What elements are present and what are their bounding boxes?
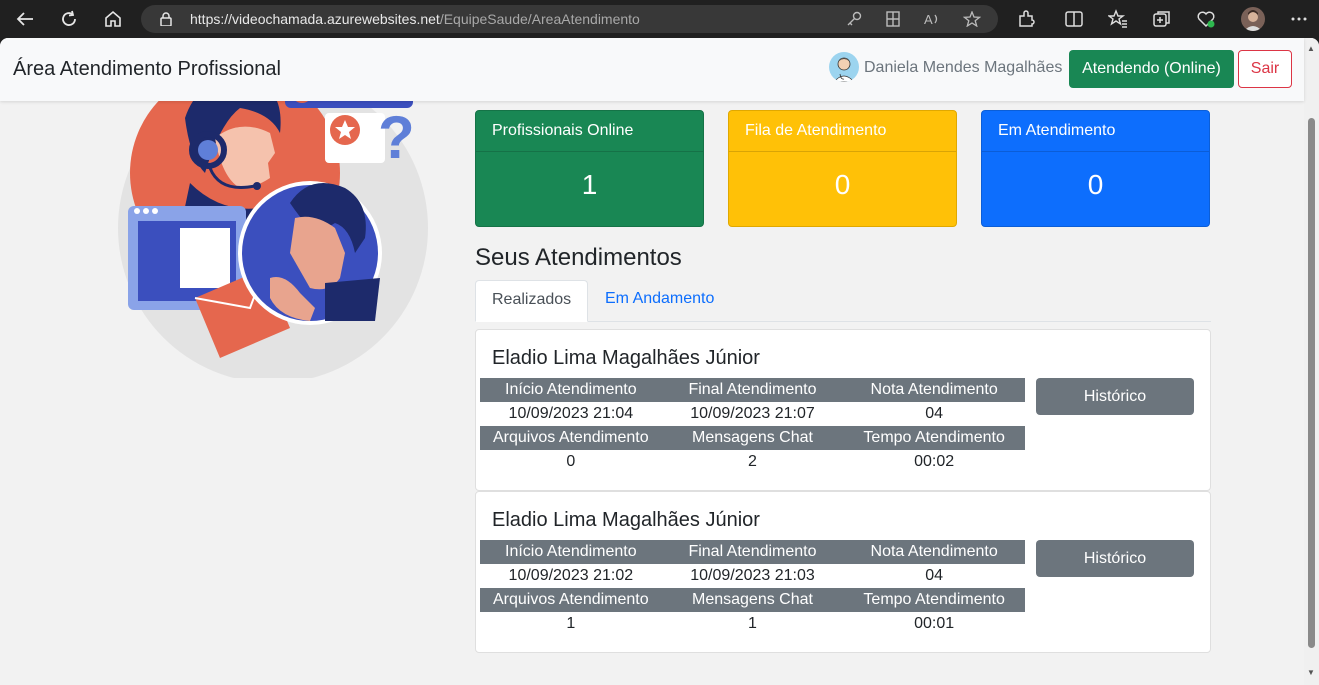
header-nota: Nota Atendimento xyxy=(870,381,998,398)
extensions-icon[interactable] xyxy=(1016,9,1036,29)
stat-card-queue: Fila de Atendimento 0 xyxy=(728,110,957,227)
patient-name: Eladio Lima Magalhães Júnior xyxy=(492,509,760,531)
user-avatar xyxy=(829,52,859,82)
page-viewport: Área Atendimento Profissional Daniela Me… xyxy=(0,38,1319,685)
scroll-up-icon[interactable]: ▲ xyxy=(1307,44,1315,53)
scroll-down-icon[interactable]: ▼ xyxy=(1307,668,1315,677)
profile-avatar[interactable] xyxy=(1241,7,1265,31)
refresh-icon[interactable] xyxy=(56,7,82,31)
logout-button[interactable]: Sair xyxy=(1238,50,1292,88)
value-mensagens: 2 xyxy=(748,453,757,470)
value-inicio: 10/09/2023 21:04 xyxy=(508,405,634,422)
header-final: Final Atendimento xyxy=(688,543,817,560)
address-bar[interactable]: https://videochamada.azurewebsites.net/E… xyxy=(141,5,998,33)
favorites-icon[interactable] xyxy=(1108,9,1128,29)
tab-em-andamento[interactable]: Em Andamento xyxy=(589,280,730,322)
browser-toolbar: https://videochamada.azurewebsites.net/E… xyxy=(0,0,1319,38)
more-options-icon[interactable] xyxy=(1289,9,1309,29)
table-header-row: Início Atendimento Final Atendimento Not… xyxy=(480,378,1025,402)
svg-text:A: A xyxy=(924,12,933,27)
back-icon[interactable] xyxy=(12,7,38,31)
header-arquivos: Arquivos Atendimento xyxy=(493,429,649,446)
header-inicio: Início Atendimento xyxy=(505,381,637,398)
stat-label: Fila de Atendimento xyxy=(729,111,956,152)
value-mensagens: 1 xyxy=(748,615,757,632)
table-row: 1 1 00:01 xyxy=(480,612,1025,636)
header-inicio: Início Atendimento xyxy=(505,543,637,560)
table-header-row: Arquivos Atendimento Mensagens Chat Temp… xyxy=(480,426,1025,450)
section-title: Seus Atendimentos xyxy=(475,244,682,271)
header-final: Final Atendimento xyxy=(688,381,817,398)
stat-card-online: Profissionais Online 1 xyxy=(475,110,704,227)
session-info-table: Início Atendimento Final Atendimento Not… xyxy=(480,540,1025,636)
lock-icon xyxy=(160,12,172,26)
value-tempo: 00:01 xyxy=(914,615,955,632)
apps-icon[interactable] xyxy=(884,11,902,27)
header-tempo: Tempo Atendimento xyxy=(863,429,1005,446)
stat-value: 0 xyxy=(1087,169,1104,200)
patient-name: Eladio Lima Magalhães Júnior xyxy=(492,347,760,369)
session-info-table: Início Atendimento Final Atendimento Not… xyxy=(480,378,1025,474)
split-screen-icon[interactable] xyxy=(1064,9,1084,29)
url-text: https://videochamada.azurewebsites.net/E… xyxy=(190,11,640,27)
history-button[interactable]: Histórico xyxy=(1036,378,1194,415)
header-mensagens: Mensagens Chat xyxy=(692,591,813,608)
svg-text:?: ? xyxy=(378,104,415,171)
home-icon[interactable] xyxy=(100,7,126,31)
collections-icon[interactable] xyxy=(1152,9,1172,29)
value-tempo: 00:02 xyxy=(914,453,955,470)
stat-value: 1 xyxy=(581,169,598,200)
table-row: 10/09/2023 21:02 10/09/2023 21:03 04 xyxy=(480,564,1025,588)
table-row: 0 2 00:02 xyxy=(480,450,1025,474)
header-nota: Nota Atendimento xyxy=(870,543,998,560)
table-row: 10/09/2023 21:04 10/09/2023 21:07 04 xyxy=(480,402,1025,426)
page-title: Área Atendimento Profissional xyxy=(13,58,281,80)
stat-label: Profissionais Online xyxy=(476,111,703,152)
header-mensagens: Mensagens Chat xyxy=(692,429,813,446)
value-nota: 04 xyxy=(925,405,944,422)
header-arquivos: Arquivos Atendimento xyxy=(493,591,649,608)
value-arquivos: 0 xyxy=(566,453,576,470)
support-illustration: ? xyxy=(118,78,428,378)
key-icon[interactable] xyxy=(845,11,863,27)
session-card: Eladio Lima Magalhães Júnior Início Aten… xyxy=(475,491,1211,653)
browser-essentials-icon[interactable] xyxy=(1196,9,1216,29)
stat-value: 0 xyxy=(834,169,851,200)
value-final: 10/09/2023 21:03 xyxy=(690,567,815,584)
value-nota: 04 xyxy=(925,567,944,584)
tab-bar: Realizados Em Andamento xyxy=(475,280,1211,322)
value-arquivos: 1 xyxy=(566,615,576,632)
vertical-scrollbar[interactable]: ▲ ▼ xyxy=(1304,38,1319,685)
table-header-row: Arquivos Atendimento Mensagens Chat Temp… xyxy=(480,588,1025,612)
value-inicio: 10/09/2023 21:02 xyxy=(508,567,634,584)
online-status-button[interactable]: Atendendo (Online) xyxy=(1069,50,1234,88)
table-header-row: Início Atendimento Final Atendimento Not… xyxy=(480,540,1025,564)
session-card: Eladio Lima Magalhães Júnior Início Aten… xyxy=(475,329,1211,491)
top-navbar: Área Atendimento Profissional Daniela Me… xyxy=(0,38,1304,101)
read-aloud-icon[interactable]: A xyxy=(923,11,941,27)
user-name: Daniela Mendes Magalhães xyxy=(864,59,1063,76)
value-final: 10/09/2023 21:07 xyxy=(690,405,815,422)
tab-realizados[interactable]: Realizados xyxy=(475,280,588,322)
favorite-star-icon[interactable] xyxy=(963,11,981,27)
header-tempo: Tempo Atendimento xyxy=(863,591,1005,608)
stat-label: Em Atendimento xyxy=(982,111,1209,152)
stat-card-in-service: Em Atendimento 0 xyxy=(981,110,1210,227)
scroll-thumb[interactable] xyxy=(1308,118,1315,648)
history-button[interactable]: Histórico xyxy=(1036,540,1194,577)
